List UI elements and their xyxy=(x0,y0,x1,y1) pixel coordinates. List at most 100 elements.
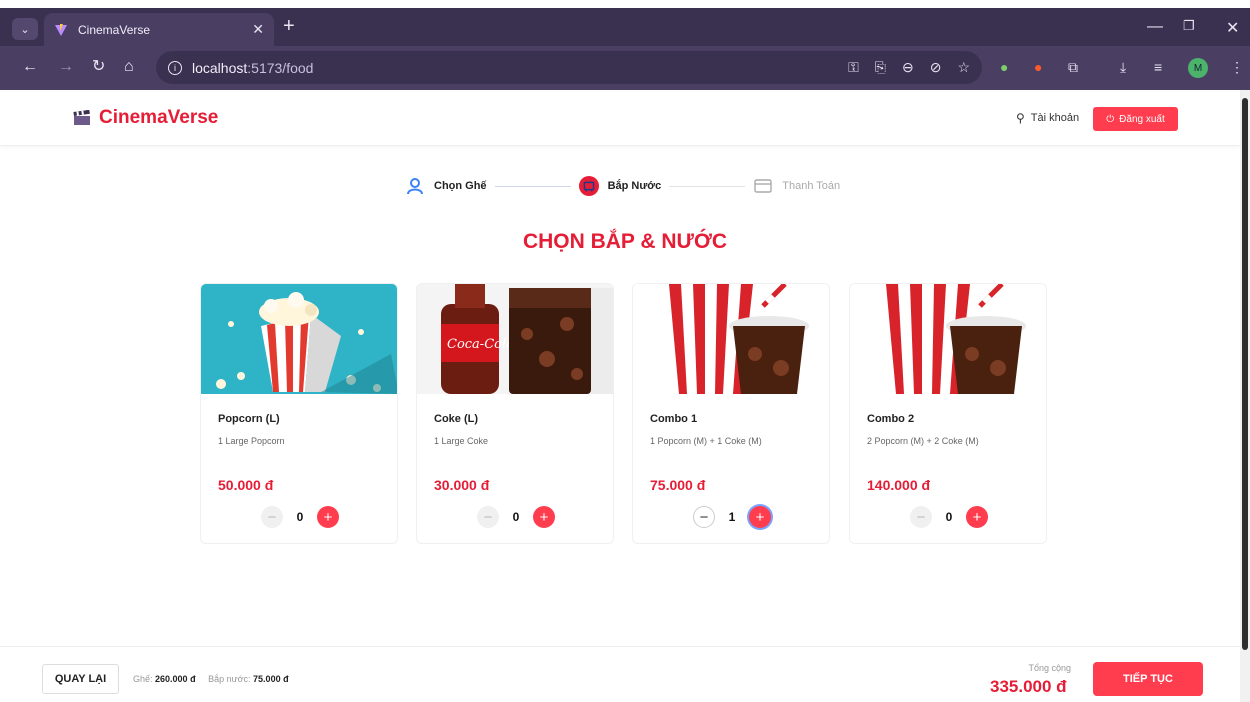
browser-tab-bar: ⌄ CinemaVerse ✕ + — ❐ ✕ xyxy=(0,8,1250,46)
close-window-icon[interactable]: ✕ xyxy=(1226,18,1239,38)
brand-name: CinemaVerse xyxy=(99,107,219,128)
quantity-value: 0 xyxy=(945,510,953,524)
item-price: 75.000 đ xyxy=(650,477,706,493)
reading-list-icon[interactable]: ≡ xyxy=(1154,59,1162,75)
food-card: Combo 2 2 Popcorn (M) + 2 Coke (M) 140.0… xyxy=(849,283,1047,544)
site-info-icon[interactable]: i xyxy=(168,60,182,75)
coke-image: Coca-Cola xyxy=(417,284,613,394)
credit-card-icon xyxy=(753,176,773,196)
decrease-button[interactable]: − xyxy=(910,506,932,528)
more-menu-icon[interactable]: ⋮ xyxy=(1230,59,1244,76)
item-description: 1 Large Coke xyxy=(434,436,489,446)
food-card: Coca-Cola Coke (L) 1 Large Coke 30.000 đ… xyxy=(416,283,614,544)
forward-arrow-icon[interactable]: → xyxy=(58,58,74,76)
svg-text:Coca-Cola: Coca-Cola xyxy=(447,337,514,352)
step-connector xyxy=(494,185,571,187)
reload-icon[interactable]: ↻ xyxy=(92,58,105,76)
checkout-stepper: Chọn Ghế Bắp Nước Thanh Toán xyxy=(405,173,840,199)
step-payment: Thanh Toán xyxy=(753,176,840,196)
total-label: Tổng cộng xyxy=(1028,663,1071,673)
food-card: Popcorn (L) 1 Large Popcorn 50.000 đ − 0… xyxy=(200,283,398,544)
new-tab-button[interactable]: + xyxy=(283,16,295,36)
extensions-puzzle-icon[interactable]: ⧉ xyxy=(1068,59,1078,76)
profile-avatar[interactable]: M xyxy=(1188,58,1208,78)
item-name: Combo 1 xyxy=(650,413,698,425)
quantity-stepper: − 0 + xyxy=(201,506,397,528)
quantity-value: 1 xyxy=(728,510,736,524)
user-icon xyxy=(405,176,425,196)
popcorn-step-icon xyxy=(578,176,599,196)
minimize-icon[interactable]: — xyxy=(1147,18,1163,36)
zoom-icon[interactable]: ⊖ xyxy=(902,59,914,76)
tab-title: CinemaVerse xyxy=(78,22,151,37)
combo-image xyxy=(633,284,829,394)
logout-label: Đăng xuất xyxy=(1119,113,1165,125)
seat-total-value: 260.000 đ xyxy=(155,674,196,684)
clapperboard-icon xyxy=(73,110,90,125)
decrease-button[interactable]: − xyxy=(477,506,499,528)
checkout-footer: QUAY LẠI Ghế: 260.000 đ Bắp nước: 75.000… xyxy=(0,646,1240,702)
item-name: Popcorn (L) xyxy=(218,413,280,425)
download-icon[interactable]: ⤓ xyxy=(1120,59,1126,76)
popcorn-image xyxy=(201,284,397,394)
close-tab-icon[interactable]: ✕ xyxy=(252,21,264,38)
url-host: localhost xyxy=(192,59,248,76)
item-price: 50.000 đ xyxy=(218,477,274,493)
vite-icon xyxy=(55,23,67,36)
step-label: Chọn Ghế xyxy=(434,180,487,192)
decrease-button[interactable]: − xyxy=(693,506,715,528)
eye-off-icon[interactable]: ⊘ xyxy=(930,59,942,76)
restore-icon[interactable]: ❐ xyxy=(1183,18,1195,34)
step-label: Bắp Nước xyxy=(607,180,662,192)
increase-button[interactable]: + xyxy=(533,506,555,528)
quantity-value: 0 xyxy=(512,510,520,524)
browser-tab[interactable]: CinemaVerse ✕ xyxy=(44,13,274,46)
quantity-stepper: − 1 + xyxy=(633,506,829,528)
scrollbar-thumb[interactable] xyxy=(1242,98,1248,650)
food-total-label: Bắp nước: xyxy=(208,674,251,684)
item-description: 1 Popcorn (M) + 1 Coke (M) xyxy=(650,436,762,446)
translate-icon[interactable]: ⎘ xyxy=(875,59,886,76)
item-price: 30.000 đ xyxy=(434,477,490,493)
tab-search-button[interactable]: ⌄ xyxy=(12,18,38,40)
site-header: CinemaVerse ⚲ Tài khoản ⏻ Đăng xuất xyxy=(0,90,1240,146)
logout-button[interactable]: ⏻ Đăng xuất xyxy=(1093,107,1178,131)
item-description: 1 Large Popcorn xyxy=(218,436,285,446)
order-summary: Ghế: 260.000 đ Bắp nước: 75.000 đ xyxy=(133,674,299,684)
bookmark-star-icon[interactable]: ☆ xyxy=(957,59,970,76)
seat-total-label: Ghế: xyxy=(133,674,153,684)
back-arrow-icon[interactable]: ← xyxy=(22,58,38,76)
food-card: Combo 1 1 Popcorn (M) + 1 Coke (M) 75.00… xyxy=(632,283,830,544)
extension-green-icon[interactable]: ● xyxy=(1000,59,1008,75)
decrease-button[interactable]: − xyxy=(261,506,283,528)
step-seats: Chọn Ghế xyxy=(405,176,487,196)
increase-button[interactable]: + xyxy=(966,506,988,528)
back-button[interactable]: QUAY LẠI xyxy=(42,664,119,694)
quantity-stepper: − 0 + xyxy=(850,506,1046,528)
page-title: CHỌN BẮP & NƯỚC xyxy=(522,230,728,253)
url-path: :5173/food xyxy=(247,59,314,76)
item-name: Coke (L) xyxy=(434,413,478,425)
combo-image xyxy=(850,284,1046,394)
brand-logo[interactable]: CinemaVerse xyxy=(73,107,218,129)
browser-toolbar: ← → ↻ ⌂ i localhost:5173/food ⚿ ⎘ ⊖ ⊘ ☆ … xyxy=(0,46,1250,90)
scrollbar[interactable] xyxy=(1240,90,1250,702)
item-price: 140.000 đ xyxy=(867,477,931,493)
item-description: 2 Popcorn (M) + 2 Coke (M) xyxy=(867,436,979,446)
continue-button[interactable]: TIẾP TỤC xyxy=(1093,662,1203,696)
quantity-value: 0 xyxy=(296,510,304,524)
item-name: Combo 2 xyxy=(867,413,915,425)
home-icon[interactable]: ⌂ xyxy=(124,58,134,76)
increase-button[interactable]: + xyxy=(317,506,339,528)
page: CinemaVerse ⚲ Tài khoản ⏻ Đăng xuất Chọn… xyxy=(0,90,1240,702)
user-icon: ⚲ xyxy=(1016,111,1025,125)
step-label: Thanh Toán xyxy=(782,180,841,192)
password-key-icon[interactable]: ⚿ xyxy=(848,59,859,76)
account-label: Tài khoản xyxy=(1030,112,1080,124)
quantity-stepper: − 0 + xyxy=(417,506,613,528)
account-link[interactable]: ⚲ Tài khoản xyxy=(1016,111,1079,125)
extension-red-icon[interactable]: ● xyxy=(1034,59,1042,75)
increase-button[interactable]: + xyxy=(749,506,771,528)
address-bar[interactable]: i localhost:5173/food ⚿ ⎘ ⊖ ⊘ ☆ xyxy=(156,51,982,84)
step-food: Bắp Nước xyxy=(578,176,662,196)
